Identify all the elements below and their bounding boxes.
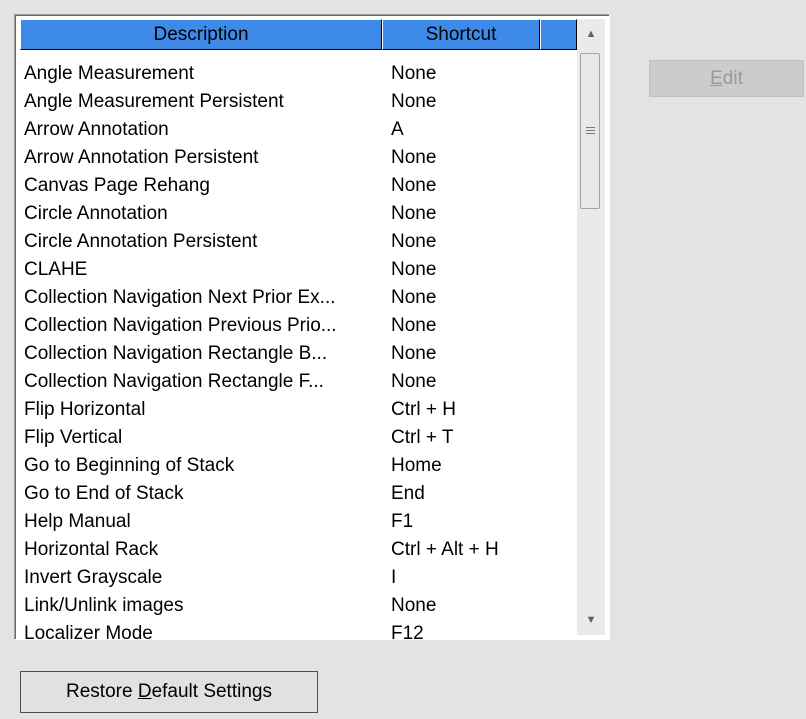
table-row[interactable]: Arrow Annotation A [20, 116, 575, 144]
row-shortcut: F12 [391, 623, 424, 640]
table-row[interactable]: Invert Grayscale I [20, 564, 575, 592]
row-shortcut: A [391, 119, 404, 140]
row-shortcut: None [391, 259, 437, 280]
column-header-filler[interactable] [540, 19, 577, 50]
row-description: Angle Measurement Persistent [24, 91, 284, 112]
row-description: Localizer Mode [24, 623, 153, 640]
row-description: Flip Horizontal [24, 399, 146, 420]
restore-button-label-post: efault Settings [151, 681, 272, 702]
row-shortcut: None [391, 343, 437, 364]
table-row[interactable]: Go to Beginning of Stack Home [20, 452, 575, 480]
row-shortcut: Ctrl + H [391, 399, 456, 420]
table-row[interactable]: Angle Measurement None [20, 60, 575, 88]
row-shortcut: None [391, 231, 437, 252]
row-shortcut: None [391, 595, 437, 616]
row-description: Link/Unlink images [24, 595, 184, 616]
table-row[interactable]: CLAHE None [20, 256, 575, 284]
table-row[interactable]: Canvas Page Rehang None [20, 172, 575, 200]
edit-button-label-post: dit [722, 68, 743, 89]
row-description: Go to End of Stack [24, 483, 184, 504]
row-description: Circle Annotation [24, 203, 168, 224]
table-row[interactable]: Flip Horizontal Ctrl + H [20, 396, 575, 424]
column-header-description[interactable]: Description [20, 19, 382, 50]
table-row[interactable]: Arrow Annotation Persistent None [20, 144, 575, 172]
row-shortcut: None [391, 315, 437, 336]
row-shortcut: None [391, 91, 437, 112]
grip-line [586, 127, 595, 128]
scroll-up-arrow-icon[interactable]: ▲ [577, 19, 605, 49]
list-header: Description Shortcut [20, 19, 590, 50]
grip-line [586, 133, 595, 134]
row-shortcut: None [391, 203, 437, 224]
row-description: Angle Measurement [24, 63, 195, 84]
row-description: Arrow Annotation [24, 119, 169, 140]
table-row[interactable]: Collection Navigation Rectangle F... None [20, 368, 575, 396]
row-shortcut: None [391, 287, 437, 308]
row-shortcut: F1 [391, 511, 414, 532]
shortcuts-list[interactable]: Description Shortcut Angle Measurement No… [14, 14, 610, 640]
edit-button-mnemonic: E [710, 68, 723, 89]
row-description: Go to Beginning of Stack [24, 455, 235, 476]
restore-button-label-pre: Restore [66, 681, 138, 702]
row-description: Collection Navigation Rectangle B... [24, 343, 328, 364]
row-shortcut: None [391, 175, 437, 196]
edit-button[interactable]: Edit [649, 60, 804, 97]
row-description: CLAHE [24, 259, 88, 280]
row-shortcut: None [391, 147, 437, 168]
row-description: Arrow Annotation Persistent [24, 147, 259, 168]
restore-default-settings-button[interactable]: Restore Default Settings [20, 671, 318, 713]
scroll-thumb[interactable] [580, 53, 600, 209]
row-description: Help Manual [24, 511, 131, 532]
table-row[interactable]: Help Manual F1 [20, 508, 575, 536]
row-shortcut: None [391, 63, 437, 84]
row-description: Canvas Page Rehang [24, 175, 210, 196]
grip-line [586, 130, 595, 131]
row-shortcut: End [391, 483, 425, 504]
table-row[interactable]: Collection Navigation Rectangle B... None [20, 340, 575, 368]
table-row[interactable]: Go to End of Stack End [20, 480, 575, 508]
row-shortcut: Ctrl + Alt + H [391, 539, 499, 560]
table-row[interactable]: Circle Annotation None [20, 200, 575, 228]
table-row[interactable]: Circle Annotation Persistent None [20, 228, 575, 256]
vertical-scrollbar[interactable]: ▲ ▼ [577, 19, 605, 635]
row-shortcut: Ctrl + T [391, 427, 454, 448]
column-header-shortcut[interactable]: Shortcut [382, 19, 540, 50]
table-row[interactable]: Localizer Mode F12 [20, 620, 575, 640]
table-row[interactable]: Flip Vertical Ctrl + T [20, 424, 575, 452]
table-row[interactable]: Link/Unlink images None [20, 592, 575, 620]
table-row[interactable]: Collection Navigation Previous Prio... No… [20, 312, 575, 340]
restore-button-mnemonic: D [137, 681, 152, 702]
row-description: Invert Grayscale [24, 567, 163, 588]
row-description: Horizontal Rack [24, 539, 159, 560]
table-row[interactable]: Angle Measurement Persistent None [20, 88, 575, 116]
row-description: Collection Navigation Rectangle F... [24, 371, 324, 392]
table-row[interactable]: Collection Navigation Next Prior Ex... No… [20, 284, 575, 312]
scroll-down-arrow-icon[interactable]: ▼ [577, 605, 605, 635]
row-description: Flip Vertical [24, 427, 123, 448]
row-shortcut: Home [391, 455, 442, 476]
row-shortcut: I [391, 567, 397, 588]
row-description: Circle Annotation Persistent [24, 231, 258, 252]
row-description: Collection Navigation Previous Prio... [24, 315, 337, 336]
row-shortcut: None [391, 371, 437, 392]
table-row[interactable]: Horizontal Rack Ctrl + Alt + H [20, 536, 575, 564]
row-description: Collection Navigation Next Prior Ex... [24, 287, 336, 308]
